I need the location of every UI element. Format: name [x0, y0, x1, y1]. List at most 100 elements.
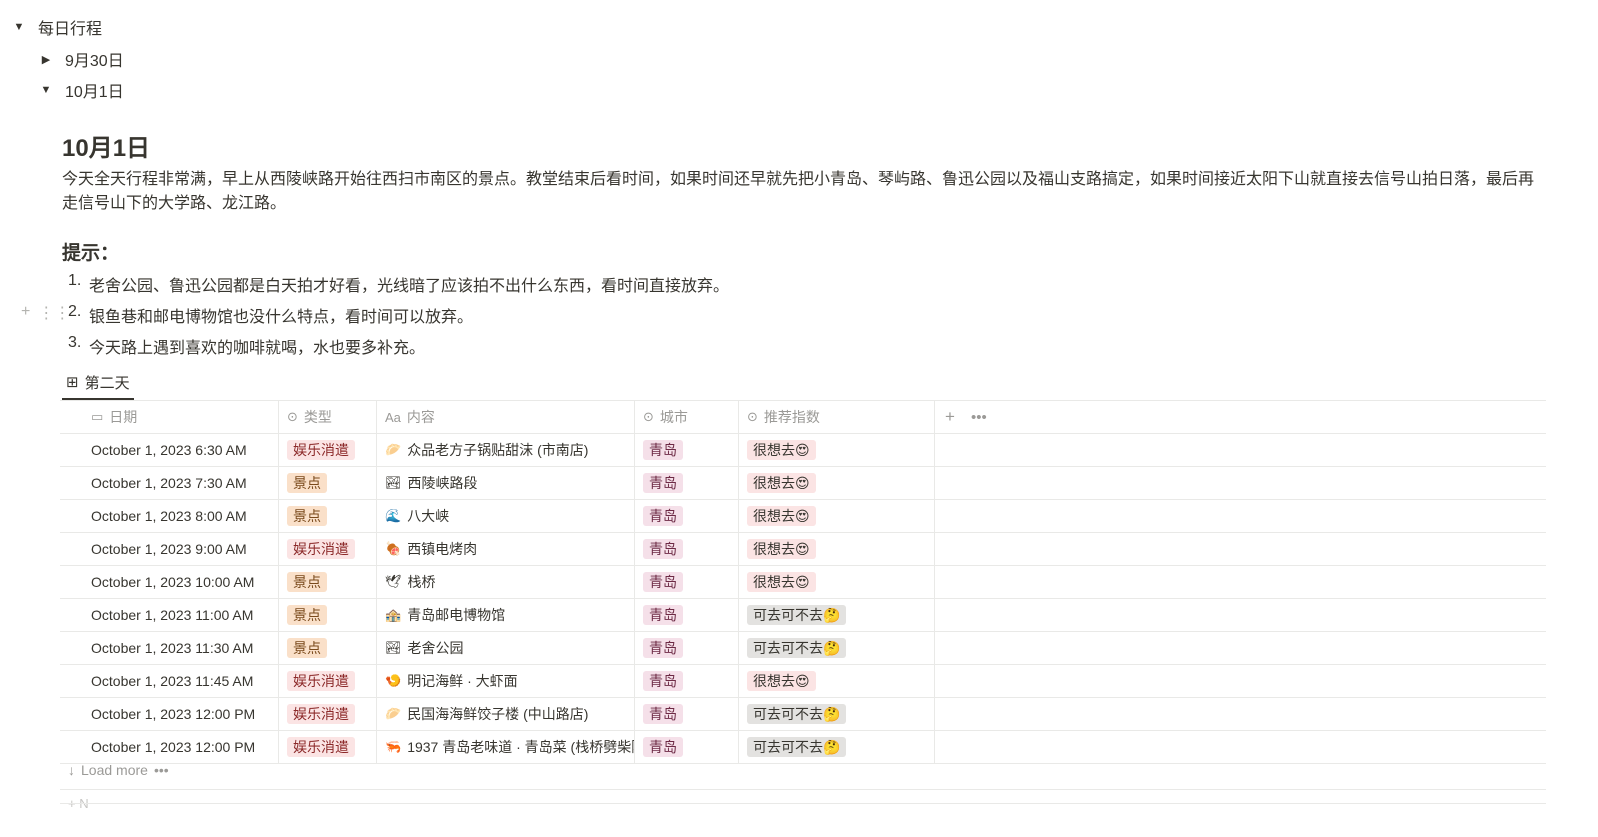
content-title[interactable]: 1937 青岛老味道 · 青岛菜 (栈桥劈柴院: [407, 737, 634, 757]
more-options-icon[interactable]: •••: [971, 409, 987, 426]
content-title[interactable]: 西镇电烤肉: [407, 539, 477, 559]
rating-cell[interactable]: 很想去😍: [739, 500, 935, 532]
content-title[interactable]: 栈桥: [408, 572, 436, 592]
table-row[interactable]: October 1, 2023 7:30 AM 景点 🏞 西陵峡路段 青岛 很想去😍: [60, 467, 1546, 500]
column-header-type[interactable]: ⊙ 类型: [279, 401, 377, 433]
type-cell[interactable]: 娱乐消遣: [279, 434, 377, 466]
content-cell[interactable]: 🏞 老舍公园: [377, 632, 635, 664]
content-title[interactable]: 青岛邮电博物馆: [407, 605, 505, 625]
tip-text: 今天路上遇到喜欢的咖啡就喝，水也要多补充。: [89, 340, 426, 357]
rating-cell[interactable]: 很想去😍: [739, 434, 935, 466]
add-column-icon[interactable]: +: [945, 407, 955, 427]
rating-cell[interactable]: 可去可不去🤔: [739, 632, 935, 664]
tip-text: 老舍公园、鲁迅公园都是白天拍才好看，光线暗了应该拍不出什么东西，看时间直接放弃。: [89, 278, 730, 295]
toggle-oct-1[interactable]: ▼ 10月1日: [37, 78, 124, 102]
page-emoji-icon: 🏤: [385, 607, 402, 622]
date-cell[interactable]: October 1, 2023 12:00 PM: [60, 731, 279, 763]
table-row[interactable]: October 1, 2023 8:00 AM 景点 🌊 八大峡 青岛 很想去😍: [60, 500, 1546, 533]
block-handle[interactable]: + ⋮⋮: [21, 303, 70, 323]
column-header-rating[interactable]: ⊙ 推荐指数: [739, 401, 935, 433]
city-cell[interactable]: 青岛: [635, 665, 739, 697]
type-cell[interactable]: 娱乐消遣: [279, 698, 377, 730]
column-header-content[interactable]: Aa 内容: [377, 401, 635, 433]
table-row[interactable]: October 1, 2023 11:00 AM 景点 🏤 青岛邮电博物馆 青岛 可去可不…: [60, 599, 1546, 632]
plus-icon[interactable]: +: [21, 303, 30, 323]
toggle-open-icon[interactable]: ▼: [10, 21, 28, 33]
rating-cell[interactable]: 很想去😍: [739, 566, 935, 598]
type-cell[interactable]: 娱乐消遣: [279, 665, 377, 697]
date-cell[interactable]: October 1, 2023 9:00 AM: [60, 533, 279, 565]
toggle-closed-icon[interactable]: ▶: [37, 53, 55, 66]
toggle-sep-30[interactable]: ▶ 9月30日: [37, 47, 124, 71]
rating-cell[interactable]: 很想去😍: [739, 467, 935, 499]
column-header-date[interactable]: ▭ 日期: [60, 401, 279, 433]
city-cell[interactable]: 青岛: [635, 533, 739, 565]
content-title[interactable]: 老舍公园: [408, 638, 464, 658]
content-title[interactable]: 民国海海鲜饺子楼 (中山路店): [407, 704, 588, 724]
type-cell[interactable]: 景点: [279, 467, 377, 499]
load-more-button[interactable]: ↓ Load more •••: [68, 762, 169, 778]
content-cell[interactable]: 🍖 西镇电烤肉: [377, 533, 635, 565]
city-cell[interactable]: 青岛: [635, 599, 739, 631]
date-cell[interactable]: October 1, 2023 8:00 AM: [60, 500, 279, 532]
content-title[interactable]: 众品老方子锅贴甜沫 (市南店): [407, 440, 588, 460]
date-cell[interactable]: October 1, 2023 11:45 AM: [60, 665, 279, 697]
table-row[interactable]: October 1, 2023 9:00 AM 娱乐消遣 🍖 西镇电烤肉 青岛 很想去😍: [60, 533, 1546, 566]
city-cell[interactable]: 青岛: [635, 566, 739, 598]
content-title[interactable]: 明记海鲜 · 大虾面: [407, 671, 517, 691]
date-cell[interactable]: October 1, 2023 7:30 AM: [60, 467, 279, 499]
more-options-icon[interactable]: •••: [154, 762, 169, 778]
city-cell[interactable]: 青岛: [635, 632, 739, 664]
toggle-daily-itinerary[interactable]: ▼ 每日行程: [10, 15, 102, 39]
load-more-label: Load more: [81, 762, 148, 778]
database-view-tab[interactable]: ⊞ 第二天: [62, 366, 134, 400]
city-tag: 青岛: [643, 605, 683, 625]
table-row[interactable]: October 1, 2023 10:00 AM 景点 🕊 栈桥 青岛 很想去😍: [60, 566, 1546, 599]
content-title[interactable]: 八大峡: [407, 506, 449, 526]
content-cell[interactable]: 🏤 青岛邮电博物馆: [377, 599, 635, 631]
date-cell[interactable]: October 1, 2023 6:30 AM: [60, 434, 279, 466]
type-cell[interactable]: 景点: [279, 599, 377, 631]
type-cell[interactable]: 景点: [279, 632, 377, 664]
page-emoji-icon: 🥟: [385, 442, 402, 457]
column-actions: + •••: [935, 401, 1546, 433]
date-cell[interactable]: October 1, 2023 10:00 AM: [60, 566, 279, 598]
date-value: October 1, 2023 8:00 AM: [91, 508, 247, 524]
type-cell[interactable]: 景点: [279, 500, 377, 532]
rating-cell[interactable]: 很想去😍: [739, 665, 935, 697]
content-cell[interactable]: 🦐 1937 青岛老味道 · 青岛菜 (栈桥劈柴院: [377, 731, 635, 763]
type-cell[interactable]: 娱乐消遣: [279, 731, 377, 763]
city-cell[interactable]: 青岛: [635, 698, 739, 730]
drag-handle-icon[interactable]: ⋮⋮: [38, 303, 70, 323]
date-cell[interactable]: October 1, 2023 11:00 AM: [60, 599, 279, 631]
rating-cell[interactable]: 可去可不去🤔: [739, 731, 935, 763]
table-row[interactable]: October 1, 2023 11:45 AM 娱乐消遣 🍤 明记海鲜 · 大虾面 青…: [60, 665, 1546, 698]
date-cell[interactable]: October 1, 2023 11:30 AM: [60, 632, 279, 664]
content-cell[interactable]: 🌊 八大峡: [377, 500, 635, 532]
type-tag: 娱乐消遣: [287, 539, 355, 559]
city-cell[interactable]: 青岛: [635, 467, 739, 499]
column-header-city[interactable]: ⊙ 城市: [635, 401, 739, 433]
city-cell[interactable]: 青岛: [635, 731, 739, 763]
rating-cell[interactable]: 可去可不去🤔: [739, 698, 935, 730]
content-cell[interactable]: 🥟 民国海海鲜饺子楼 (中山路店): [377, 698, 635, 730]
city-cell[interactable]: 青岛: [635, 434, 739, 466]
content-cell[interactable]: 🍤 明记海鲜 · 大虾面: [377, 665, 635, 697]
city-cell[interactable]: 青岛: [635, 500, 739, 532]
date-value: October 1, 2023 10:00 AM: [91, 574, 255, 590]
content-cell[interactable]: 🏞 西陵峡路段: [377, 467, 635, 499]
empty-cell: [935, 434, 1546, 466]
table-row[interactable]: October 1, 2023 11:30 AM 景点 🏞 老舍公园 青岛 可去可不去🤔: [60, 632, 1546, 665]
rating-cell[interactable]: 可去可不去🤔: [739, 599, 935, 631]
type-cell[interactable]: 景点: [279, 566, 377, 598]
table-row[interactable]: October 1, 2023 12:00 PM 娱乐消遣 🥟 民国海海鲜饺子楼 (中…: [60, 698, 1546, 731]
table-row[interactable]: October 1, 2023 6:30 AM 娱乐消遣 🥟 众品老方子锅贴甜沫 (市…: [60, 434, 1546, 467]
date-cell[interactable]: October 1, 2023 12:00 PM: [60, 698, 279, 730]
content-cell[interactable]: 🕊 栈桥: [377, 566, 635, 598]
content-cell[interactable]: 🥟 众品老方子锅贴甜沫 (市南店): [377, 434, 635, 466]
content-title[interactable]: 西陵峡路段: [408, 473, 478, 493]
rating-cell[interactable]: 很想去😍: [739, 533, 935, 565]
toggle-open-icon[interactable]: ▼: [37, 84, 55, 96]
table-row[interactable]: October 1, 2023 12:00 PM 娱乐消遣 🦐 1937 青岛老味道 …: [60, 731, 1546, 764]
type-cell[interactable]: 娱乐消遣: [279, 533, 377, 565]
